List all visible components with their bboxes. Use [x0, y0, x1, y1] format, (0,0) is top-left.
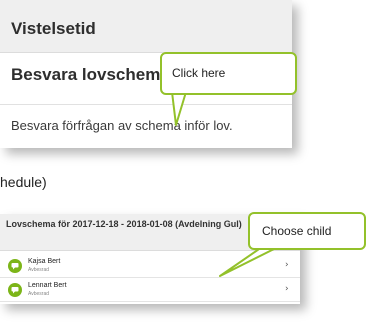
chat-icon: [8, 259, 22, 273]
chat-icon: [8, 283, 22, 297]
card-header-title: Vistelsetid: [11, 19, 96, 38]
choose-child-callout-text: Choose child: [262, 224, 332, 238]
card-header: Vistelsetid: [0, 0, 292, 53]
chevron-right-icon: ›: [285, 284, 289, 294]
child-name: Lennart Bert: [28, 282, 67, 289]
child-status: Avbesrad: [28, 267, 50, 273]
schedule-period-title: Lovschema för 2017-12-18 - 2018-01-08 (A…: [6, 219, 242, 229]
answer-schedule-link[interactable]: Besvara lovschema: [11, 65, 170, 85]
choose-child-callout: Choose child: [248, 212, 366, 250]
click-here-callout: Click here: [160, 52, 297, 95]
child-status: Avbesrad: [28, 291, 50, 297]
child-row-kajsa[interactable]: Kajsa Bert Avbesrad ›: [0, 254, 300, 278]
answer-schedule-description[interactable]: Besvara förfrågan av schema inför lov.: [11, 118, 233, 133]
child-name: Kajsa Bert: [28, 258, 61, 265]
click-here-callout-text: Click here: [172, 66, 226, 80]
child-row-lennart[interactable]: Lennart Bert Avbesrad ›: [0, 278, 300, 302]
chevron-right-icon: ›: [285, 260, 289, 270]
caption-text: hedule): [0, 174, 47, 190]
divider: [0, 104, 292, 105]
tutorial-figure: Vistelsetid Besvara lovschema Besvara fö…: [0, 0, 378, 324]
